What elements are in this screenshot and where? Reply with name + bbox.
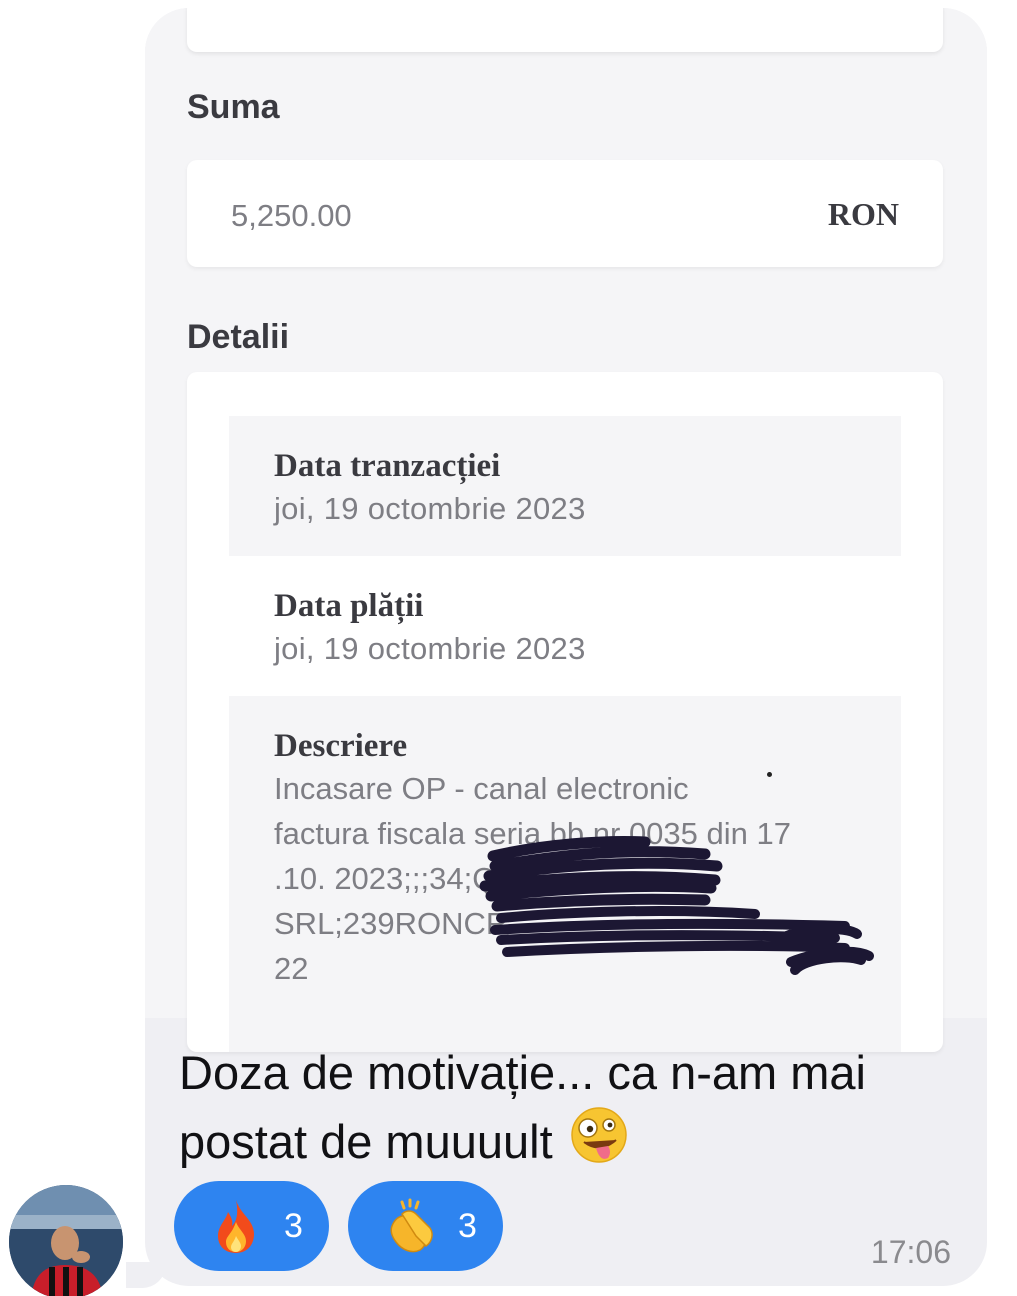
description-line: factura fiscala seria bb nr 0035 din 17 xyxy=(274,816,791,851)
amount-label: Suma xyxy=(187,88,280,126)
message-text-line: postat de muuuult xyxy=(179,1115,553,1168)
reaction-count: 3 xyxy=(284,1206,303,1245)
avatar-photo-icon xyxy=(9,1185,123,1296)
avatar[interactable] xyxy=(9,1185,123,1296)
previous-card xyxy=(187,8,943,52)
reaction-count: 3 xyxy=(458,1206,477,1245)
fire-emoji-icon xyxy=(218,1200,254,1253)
detail-row-payment-date: Data plății joi, 19 octombrie 2023 xyxy=(229,556,901,696)
reaction-fire[interactable]: 3 xyxy=(174,1181,329,1271)
amount-card: 5,250.00 RON xyxy=(187,160,943,267)
message-text-line: Doza de motivație... ca n-am mai xyxy=(179,1046,866,1099)
description-line: 22 xyxy=(274,951,309,986)
amount-value: 5,250.00 xyxy=(231,198,352,233)
description-line: .10. 2023;;;34;QL xyxy=(274,861,514,896)
message-timestamp: 17:06 xyxy=(870,1234,951,1270)
detail-value: joi, 19 octombrie 2023 xyxy=(274,631,586,666)
detail-value: joi, 19 octombrie 2023 xyxy=(274,491,586,526)
message-bubble[interactable]: Suma 5,250.00 RON Detalii Data tranzacți… xyxy=(145,8,987,1286)
detail-label: Data plății xyxy=(274,588,424,624)
description-line: Incasare OP - canal electronic xyxy=(274,771,689,806)
zany-face-emoji xyxy=(570,1107,627,1163)
message-text: Doza de motivație... ca n-am mai postat … xyxy=(179,1040,959,1175)
clapping-hands-emoji-icon xyxy=(390,1198,433,1253)
stray-dot xyxy=(767,772,772,777)
detail-row-transaction-date: Data tranzacției joi, 19 octombrie 2023 xyxy=(229,416,901,556)
description-line: SRL;239RONCR xyxy=(274,906,509,941)
detail-row-description: Descriere Incasare OP - canal electronic… xyxy=(229,696,901,1052)
detail-label: Data tranzacției xyxy=(274,448,501,484)
details-card: Data tranzacției joi, 19 octombrie 2023 … xyxy=(187,372,943,1052)
amount-currency: RON xyxy=(827,196,899,232)
reaction-clap[interactable]: 3 xyxy=(348,1181,503,1271)
attached-screenshot[interactable]: Suma 5,250.00 RON Detalii Data tranzacți… xyxy=(145,8,987,1052)
details-label: Detalii xyxy=(187,318,290,356)
detail-label: Descriere xyxy=(274,728,408,764)
